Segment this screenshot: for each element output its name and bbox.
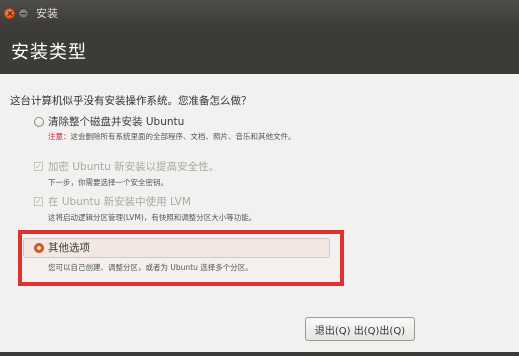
lvm-checkbox[interactable]: ✓ — [34, 197, 43, 206]
bottom-edge — [0, 352, 519, 356]
encrypt-label[interactable]: 加密 Ubuntu 新安装以提高安全性。 — [48, 159, 219, 174]
annotation-highlight-box — [18, 230, 344, 286]
encrypt-description: 下一步，你需要选择一个安全密钥。 — [48, 178, 168, 187]
lvm-description: 这将启动逻辑分区管理(LVM)，有快照和调整分区大小等功能。 — [48, 213, 257, 222]
install-question: 这台计算机似乎没有安装操作系统。您准备怎么做？ — [10, 95, 252, 107]
window-titlebar: 安装 — [0, 0, 519, 26]
close-icon[interactable] — [4, 8, 15, 19]
warning-label: 注意： — [48, 132, 71, 141]
page-title: 安装类型 — [11, 42, 87, 63]
quit-button[interactable]: 退出(Q) 出(Q)出(Q) — [305, 317, 415, 341]
erase-disk-warning-text: 这会删除所有系统里面的全部程序、文档、照片、音乐和其他文件。 — [70, 132, 296, 141]
erase-disk-description: 注意：这会删除所有系统里面的全部程序、文档、照片、音乐和其他文件。 — [48, 131, 296, 142]
erase-disk-label[interactable]: 清除整个磁盘并安装 Ubuntu — [48, 114, 184, 129]
lvm-label[interactable]: 在 Ubuntu 新安装中使用 LVM — [48, 194, 191, 209]
page-header: 安装类型 — [0, 26, 519, 74]
minimize-icon[interactable] — [18, 8, 29, 19]
encrypt-checkbox[interactable]: ✓ — [34, 162, 43, 171]
window-title: 安装 — [36, 7, 58, 20]
erase-disk-radio[interactable] — [34, 117, 44, 127]
